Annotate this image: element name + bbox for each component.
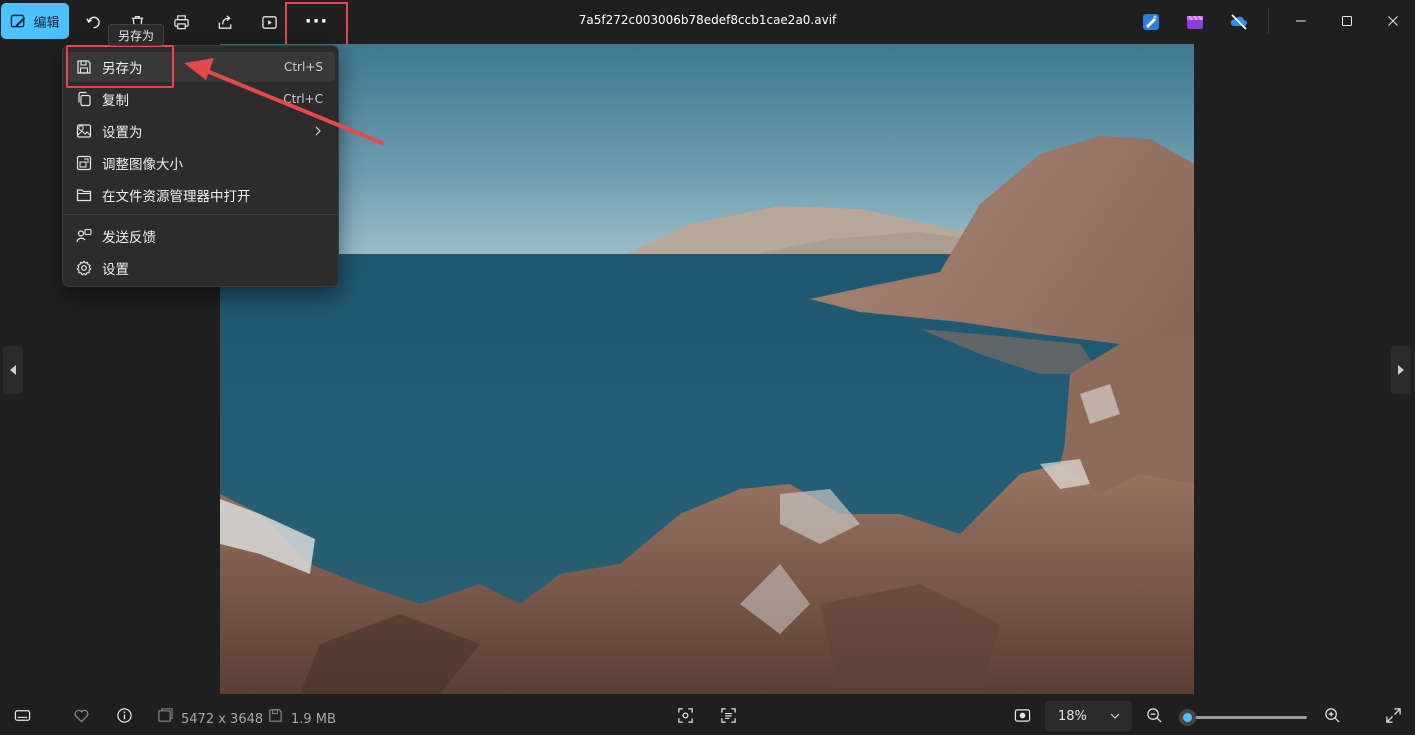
file-size-icon-wrap (266, 706, 284, 724)
info-icon (116, 707, 132, 723)
copy-icon (76, 91, 92, 107)
previous-image-button[interactable] (3, 346, 23, 394)
feedback-icon (76, 228, 92, 244)
filmstrip-toggle-button[interactable] (13, 706, 31, 724)
menu-item-resize-image[interactable]: 调整图像大小 (67, 148, 335, 178)
close-icon (1388, 16, 1398, 26)
status-bar: 5472 x 3648 1.9 MB 18% (0, 694, 1415, 735)
resize-icon (76, 155, 92, 171)
filmstrip-icon (14, 709, 30, 721)
zoom-slider-thumb[interactable] (1179, 709, 1196, 726)
edit-button-label: 编辑 (33, 15, 60, 31)
zoom-out-icon (1146, 707, 1162, 723)
zoom-in-icon (1324, 707, 1340, 723)
rotate-button[interactable] (77, 6, 109, 38)
dimensions-icon-wrap (156, 706, 174, 724)
zoom-slider-track[interactable] (1183, 716, 1307, 719)
minimize-icon (1296, 20, 1306, 22)
visual-search-button[interactable] (676, 706, 694, 724)
title-bar-divider (1268, 8, 1269, 34)
share-button[interactable] (209, 6, 241, 38)
zoom-level-value: 18% (1058, 709, 1087, 724)
heart-icon (74, 709, 88, 723)
menu-item-open-in-explorer[interactable]: 在文件资源管理器中打开 (67, 180, 335, 210)
slideshow-icon (261, 15, 277, 29)
file-size: 1.9 MB (291, 712, 336, 727)
zoom-in-button[interactable] (1323, 706, 1341, 724)
next-image-button[interactable] (1391, 346, 1411, 394)
text-scan-button[interactable] (719, 706, 737, 724)
menu-item-label: 在文件资源管理器中打开 (102, 189, 251, 205)
edit-image-icon (11, 14, 26, 27)
fit-to-window-icon (1014, 708, 1030, 722)
dimensions-icon (157, 707, 173, 722)
close-button[interactable] (1370, 0, 1415, 42)
folder-icon (76, 187, 92, 203)
save-as-annotation-box (66, 45, 174, 88)
onedrive-offline-icon[interactable] (1229, 12, 1249, 32)
gear-icon (76, 260, 92, 276)
actual-size-button[interactable] (1013, 706, 1031, 724)
slideshow-button[interactable] (253, 6, 285, 38)
menu-divider (63, 214, 338, 215)
menu-item-label: 设置为 (102, 125, 143, 141)
chevron-left-icon (10, 365, 16, 375)
title-bar: 编辑 ··· 7a5f272c003006b78edef8ccb1cae2a0.… (0, 0, 1415, 47)
menu-item-label: 设置 (102, 262, 129, 278)
text-scan-icon (720, 707, 736, 723)
chevron-down-icon (1110, 713, 1120, 719)
printer-icon (173, 14, 189, 29)
menu-item-label: 复制 (102, 93, 129, 109)
annotation-arrow (184, 58, 384, 145)
image-dimensions: 5472 x 3648 (181, 712, 264, 727)
set-as-icon (76, 123, 92, 139)
rotate-icon (85, 16, 100, 28)
more-options-button[interactable]: ··· (285, 2, 348, 47)
more-icon: ··· (304, 10, 329, 32)
zoom-out-button[interactable] (1145, 706, 1163, 724)
edit-button[interactable]: 编辑 (1, 3, 69, 39)
visual-search-icon (677, 707, 693, 723)
image-editor-app-icon[interactable] (1141, 12, 1161, 32)
menu-item-settings[interactable]: 设置 (67, 253, 335, 283)
print-button[interactable] (165, 6, 197, 38)
menu-item-label: 发送反馈 (102, 230, 156, 246)
save-as-tooltip: 另存为 (108, 24, 164, 46)
menu-item-send-feedback[interactable]: 发送反馈 (67, 221, 335, 251)
share-icon (218, 14, 231, 29)
zoom-level-dropdown[interactable]: 18% (1045, 701, 1132, 731)
minimize-button[interactable] (1278, 0, 1324, 42)
save-icon (268, 708, 282, 722)
maximize-icon (1342, 16, 1352, 26)
file-info-button[interactable] (115, 706, 133, 724)
favorite-button[interactable] (72, 706, 90, 724)
fullscreen-icon (1385, 707, 1401, 723)
fullscreen-button[interactable] (1384, 706, 1402, 724)
menu-item-label: 调整图像大小 (102, 157, 183, 173)
maximize-button[interactable] (1324, 0, 1370, 42)
chevron-right-icon (1398, 365, 1404, 375)
clipchamp-app-icon[interactable] (1185, 12, 1205, 32)
